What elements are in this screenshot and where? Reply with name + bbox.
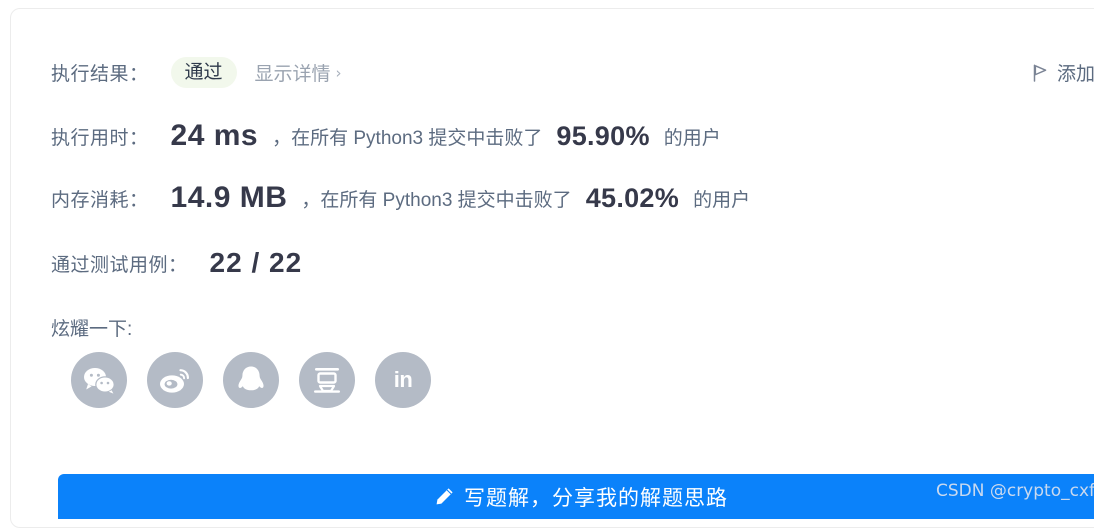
memory-row: 内存消耗： 14.9 MB ，在所有 Python3 提交中击败了 45.02%… xyxy=(51,181,750,215)
flag-icon xyxy=(1033,64,1048,82)
testcases-value: 22 / 22 xyxy=(209,247,303,278)
add-note-label: 添加 xyxy=(1057,64,1094,85)
memory-comparison-text: ，在所有 Python3 提交中击败了 xyxy=(301,189,572,211)
runtime-percentile: 95.90% xyxy=(556,120,650,151)
douban-icon xyxy=(312,366,342,394)
runtime-comparison-text: ，在所有 Python3 提交中击败了 xyxy=(272,127,543,149)
share-linkedin-button[interactable]: in xyxy=(375,352,431,408)
testcases-row: 通过测试用例： 22 / 22 xyxy=(51,247,302,279)
submission-result-card: 执行结果： 通过 显示详情 › 添加 执行用时： 24 ms ，在所有 Pyth… xyxy=(10,8,1094,528)
memory-value: 14.9 MB xyxy=(170,181,288,214)
status-badge: 通过 xyxy=(170,57,237,88)
write-solution-button[interactable]: 写题解，分享我的解题思路 xyxy=(58,474,1094,519)
chevron-right-icon: › xyxy=(335,63,342,82)
add-note-button[interactable]: 添加 xyxy=(1033,59,1094,86)
runtime-label: 执行用时： xyxy=(51,127,149,149)
linkedin-icon: in xyxy=(393,367,413,392)
memory-users-suffix: 的用户 xyxy=(693,189,751,211)
share-wechat-button[interactable] xyxy=(71,352,127,408)
share-icon-list: in xyxy=(71,352,431,408)
qq-icon xyxy=(237,365,265,395)
share-qq-button[interactable] xyxy=(223,352,279,408)
share-douban-button[interactable] xyxy=(299,352,355,408)
runtime-users-suffix: 的用户 xyxy=(663,127,721,149)
share-section-label: 炫耀一下: xyxy=(51,319,133,340)
testcases-label: 通过测试用例： xyxy=(51,254,188,276)
wechat-icon xyxy=(83,367,115,394)
write-solution-label: 写题解，分享我的解题思路 xyxy=(464,486,728,510)
pencil-icon xyxy=(435,487,454,506)
weibo-icon xyxy=(159,367,191,394)
execution-result-label: 执行结果： xyxy=(51,64,149,85)
execution-result-row: 执行结果： 通过 显示详情 › xyxy=(51,57,342,88)
share-weibo-button[interactable] xyxy=(147,352,203,408)
show-details-label: 显示详情 xyxy=(254,64,331,85)
runtime-value: 24 ms xyxy=(170,119,259,152)
memory-percentile: 45.02% xyxy=(585,182,680,213)
show-details-link[interactable]: 显示详情 › xyxy=(255,59,342,86)
runtime-row: 执行用时： 24 ms ，在所有 Python3 提交中击败了 95.90% 的… xyxy=(51,119,721,153)
memory-label: 内存消耗： xyxy=(51,189,149,211)
